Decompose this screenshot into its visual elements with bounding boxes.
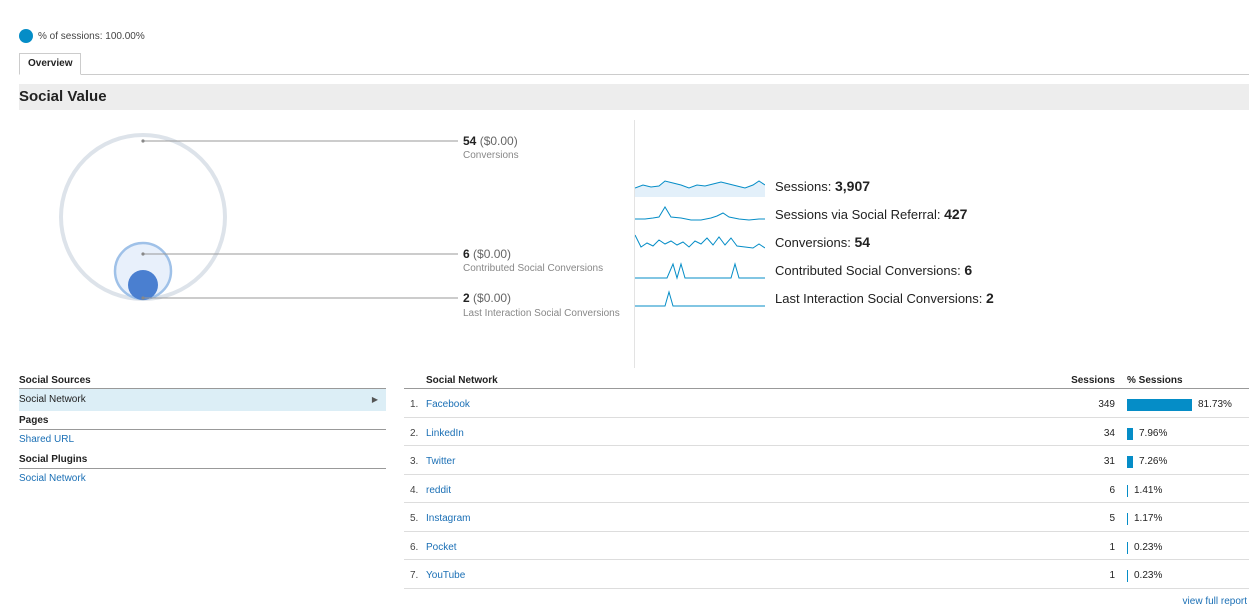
table-row: 6. Pocket 1 0.23% (404, 532, 1249, 560)
header-social-network: Social Network (426, 375, 498, 386)
last-interaction-sparkline (635, 290, 765, 307)
table-header: Social Network Sessions % Sessions (404, 375, 1249, 389)
leader-dot-contributed (141, 252, 145, 256)
sessions-value: 34 (1103, 427, 1115, 439)
pages-header: Pages (19, 415, 386, 430)
social-network-table: Social Network Sessions % Sessions 1. Fac… (404, 375, 1249, 589)
metric-contributed: Contributed Social Conversions: 6 (635, 259, 972, 281)
section-title: Social Value (19, 84, 1249, 110)
network-link[interactable]: LinkedIn (426, 428, 464, 439)
sources-item-label: Social Network (19, 394, 86, 405)
sessions-bar (1127, 399, 1192, 411)
header-pct-sessions[interactable]: % Sessions (1127, 375, 1183, 386)
sessions-bar (1127, 513, 1128, 525)
row-number: 1. (410, 399, 419, 410)
row-number: 7. (410, 570, 419, 581)
social-plugins-header: Social Plugins (19, 454, 386, 469)
social-sources-panel: Social Sources Social Network ▶ Pages Sh… (19, 375, 386, 489)
table-body: 1. Facebook 349 81.73% 2. LinkedIn 34 7.96% 3. Tw… (404, 389, 1249, 589)
leader-dot-last-interaction (141, 296, 145, 300)
social-referral-sparkline (635, 206, 765, 221)
pct-sessions-value: 0.23% (1134, 570, 1163, 581)
shared-url-link[interactable]: Shared URL (19, 430, 386, 450)
sessions-bar (1127, 427, 1133, 440)
middle-circle (113, 241, 173, 301)
conversions-sparkline (635, 234, 765, 249)
metric-last-interaction: Last Interaction Social Conversions: 2 (635, 287, 994, 309)
sessions-bar (1127, 541, 1128, 554)
sessions-sparkline (635, 180, 765, 197)
segment-dot (19, 29, 33, 43)
row-number: 3. (410, 456, 419, 467)
sessions-value: 1 (1109, 541, 1115, 553)
row-number: 4. (410, 484, 419, 496)
metric-last-interaction-label: Last Interaction Social Conversions: 2 (775, 290, 994, 306)
metric-sessions-label: Sessions: 3,907 (775, 178, 871, 194)
row-number: 2. (410, 427, 419, 439)
sessions-bar (1127, 484, 1128, 497)
leader-dot-conversions (141, 139, 145, 143)
metric-conversions: Conversions: 54 (635, 231, 870, 253)
sessions-value: 6 (1109, 484, 1115, 496)
table-row: 1. Facebook 349 81.73% (404, 389, 1249, 418)
section-title-text: Social Value (19, 88, 107, 105)
pct-sessions-value: 1.41% (1134, 484, 1163, 496)
metric-sessions: Sessions: 3,907 (635, 175, 870, 197)
last-interaction-value: 2 ($0.00) (463, 291, 512, 305)
segment-label: % of sessions: 100.00% (38, 30, 145, 42)
conversions-value: 54 ($0.00) (463, 134, 518, 148)
header-sessions[interactable]: Sessions (1071, 375, 1115, 386)
pct-sessions-value: 7.96% (1139, 427, 1168, 439)
table-row: 2. LinkedIn 34 7.96% (404, 418, 1249, 446)
last-interaction-label: Last Interaction Social Conversions (463, 308, 620, 319)
network-link[interactable]: Pocket (426, 542, 457, 553)
table-row: 3. Twitter 31 7.26% (404, 446, 1249, 475)
conversions-label: Conversions (463, 150, 519, 161)
metric-contributed-label: Contributed Social Conversions: 6 (775, 262, 973, 278)
network-link[interactable]: reddit (426, 485, 451, 496)
tab-overview[interactable]: Overview (19, 53, 82, 75)
sources-item-social-network[interactable]: Social Network ▶ (19, 389, 386, 411)
network-link[interactable]: YouTube (426, 570, 465, 581)
sessions-value: 1 (1109, 570, 1115, 581)
network-link[interactable]: Twitter (426, 456, 455, 467)
social-sources-header: Social Sources (19, 375, 386, 389)
sessions-value: 31 (1103, 456, 1115, 467)
inner-circle (128, 270, 158, 300)
pct-sessions-value: 81.73% (1198, 399, 1232, 410)
contributed-value: 6 ($0.00) (463, 247, 512, 261)
pct-sessions-value: 0.23% (1134, 541, 1163, 553)
chevron-right-icon: ▶ (371, 395, 378, 404)
contributed-label: Contributed Social Conversions (463, 263, 604, 274)
network-link[interactable]: Instagram (426, 513, 470, 524)
sessions-bar (1127, 456, 1133, 468)
sessions-value: 5 (1109, 513, 1115, 524)
contributed-sparkline (635, 262, 765, 280)
row-number: 5. (410, 513, 419, 524)
network-link[interactable]: Facebook (426, 399, 470, 410)
plugins-social-network-link[interactable]: Social Network (19, 469, 386, 489)
sessions-value: 349 (1098, 399, 1115, 410)
tab-divider (19, 74, 1249, 75)
segment-indicator: % of sessions: 100.00% (19, 29, 145, 43)
pct-sessions-value: 1.17% (1134, 513, 1163, 524)
outer-circle (59, 133, 227, 301)
metric-conversions-label: Conversions: 54 (775, 234, 871, 250)
table-row: 4. reddit 6 1.41% (404, 475, 1249, 503)
table-row: 5. Instagram 5 1.17% (404, 503, 1249, 532)
sessions-bar (1127, 570, 1128, 582)
pct-sessions-value: 7.26% (1139, 456, 1168, 467)
metric-social-referral: Sessions via Social Referral: 427 (635, 203, 967, 225)
view-full-report-link[interactable]: view full report (1183, 596, 1247, 607)
row-number: 6. (410, 541, 419, 553)
metric-social-referral-label: Sessions via Social Referral: 427 (775, 206, 968, 222)
table-row: 7. YouTube 1 0.23% (404, 560, 1249, 589)
